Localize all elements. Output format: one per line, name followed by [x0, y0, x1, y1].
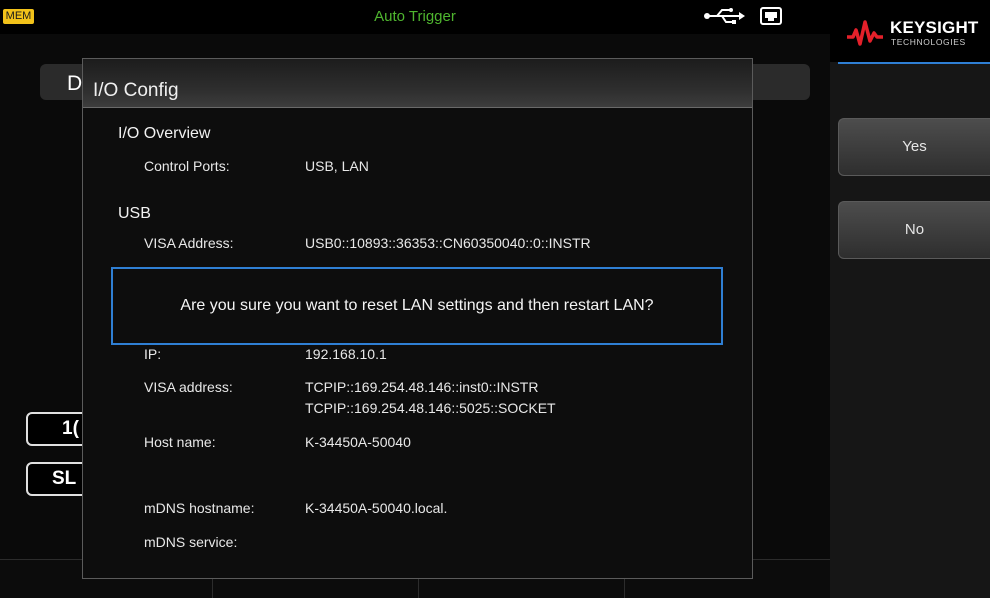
- mdns-hostname-value: K-34450A-50040.local.: [305, 500, 448, 516]
- status-bar: MEM Auto Trigger: [0, 0, 830, 34]
- softkey-panel: [830, 0, 990, 598]
- usb-heading: USB: [118, 205, 151, 222]
- dialog-title: I/O Config: [93, 80, 179, 101]
- lan-visa-value-socket: TCPIP::169.254.48.146::5025::SOCKET: [305, 400, 556, 416]
- yes-button[interactable]: Yes: [838, 118, 990, 176]
- lan-ip-label: IP:: [144, 346, 162, 362]
- lan-visa-value-inst: TCPIP::169.254.48.146::inst0::INSTR: [305, 379, 539, 395]
- keysight-logo-wave: [847, 20, 883, 46]
- usb-visa-value: USB0::10893::36353::CN60350040::0::INSTR: [305, 235, 591, 251]
- confirm-message: Are you sure you want to reset LAN setti…: [180, 297, 654, 314]
- dialog-titlebar: I/O Config: [83, 59, 752, 108]
- io-overview-heading: I/O Overview: [118, 125, 211, 142]
- mdns-service-label: mDNS service:: [144, 534, 238, 550]
- no-button[interactable]: No: [838, 201, 990, 259]
- brand-divider: [838, 62, 990, 64]
- host-name-value: K-34450A-50040: [305, 434, 411, 450]
- host-name-label: Host name:: [144, 434, 216, 450]
- io-config-dialog: I/O Config I/O Overview Control Ports: U…: [82, 58, 753, 579]
- mdns-hostname-label: mDNS hostname:: [144, 500, 255, 516]
- keysight-logo-text: KEYSIGHT: [890, 18, 979, 37]
- usb-visa-label: VISA Address:: [144, 235, 234, 251]
- control-ports-value: USB, LAN: [305, 158, 369, 174]
- trigger-mode-label: Auto Trigger: [374, 8, 456, 25]
- keysight-logo-subtitle: TECHNOLOGIES: [891, 37, 966, 47]
- lan-visa-label: VISA address:: [144, 379, 233, 395]
- lan-ip-value: 192.168.10.1: [305, 346, 387, 362]
- usb-icon: [704, 8, 745, 24]
- instrument-screen: MEM Auto Trigger D 1( SL KEYSIGHT TECHNO…: [0, 0, 990, 598]
- control-ports-label: Control Ports:: [144, 158, 230, 174]
- lan-icon: [760, 7, 782, 25]
- confirm-message-box: Are you sure you want to reset LAN setti…: [111, 267, 723, 345]
- background-title: D: [67, 72, 83, 95]
- mem-badge: MEM: [3, 9, 34, 24]
